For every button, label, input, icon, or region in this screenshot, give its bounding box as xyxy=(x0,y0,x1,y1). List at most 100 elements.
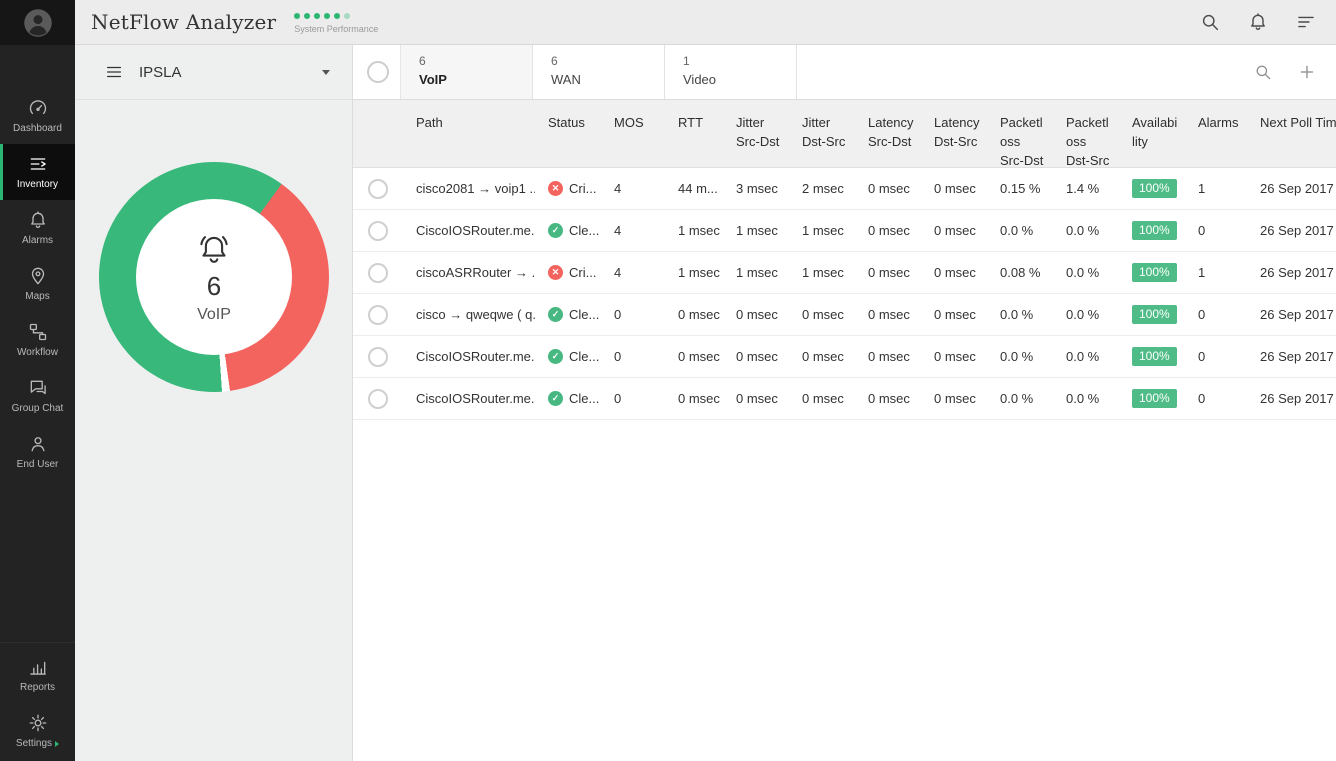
packetloss-src-dst-cell: 0.0 % xyxy=(1000,349,1034,364)
column-header[interactable]: RTT xyxy=(665,100,723,133)
table-row[interactable]: CiscoIOSRouter.me... Cle... 0 0 msec 0 m… xyxy=(353,336,1336,378)
sidebar-item[interactable]: Settings xyxy=(0,703,75,759)
status-cell: Cle... xyxy=(535,223,601,238)
status-label: Cle... xyxy=(569,307,600,322)
ipsla-selector[interactable]: IPSLA xyxy=(75,45,352,100)
path-cell[interactable]: CiscoIOSRouter.me... xyxy=(403,223,535,238)
sidebar-item-icon xyxy=(28,378,48,398)
performance-dot xyxy=(344,12,351,19)
sidebar-item[interactable]: Reports xyxy=(0,647,75,703)
sidebar-item[interactable]: Maps xyxy=(0,256,75,312)
availability-badge: 100% xyxy=(1132,389,1177,408)
table-row[interactable]: ciscoASRRouter → ... Cri... 4 1 msec 1 m… xyxy=(353,252,1336,294)
performance-dot xyxy=(294,12,301,19)
add-icon[interactable] xyxy=(1298,63,1316,81)
row-radio[interactable] xyxy=(368,178,388,199)
select-all-radio[interactable] xyxy=(367,61,389,83)
row-radio[interactable] xyxy=(368,346,388,367)
rtt-cell: 0 msec xyxy=(678,307,720,322)
performance-dot xyxy=(304,12,311,19)
column-header[interactable]: Jitter Dst-Src xyxy=(789,100,855,152)
availability-cell: 100% xyxy=(1119,347,1185,366)
alarms-cell: 0 xyxy=(1198,307,1206,322)
table-row[interactable]: CiscoIOSRouter.me... Cle... 4 1 msec 1 m… xyxy=(353,210,1336,252)
column-header[interactable]: Latency Src-Dst xyxy=(855,100,921,152)
row-radio[interactable] xyxy=(368,388,388,409)
sidebar-item[interactable]: Alarms xyxy=(0,200,75,256)
availability-badge: 100% xyxy=(1132,347,1177,366)
latency-dst-src-cell: 0 msec xyxy=(934,391,976,406)
menu-sliders-icon[interactable] xyxy=(1296,12,1316,32)
sidebar-item-icon xyxy=(28,154,48,174)
path-cell[interactable]: ciscoASRRouter → ... xyxy=(403,265,535,280)
jitter-dst-src-cell: 0 msec xyxy=(802,349,844,364)
status-icon xyxy=(548,265,563,280)
rtt-cell: 44 m... xyxy=(678,181,718,196)
category-tab[interactable]: 6 VoIP xyxy=(401,45,533,99)
rtt-cell: 0 msec xyxy=(678,349,720,364)
path-cell[interactable]: CiscoIOSRouter.me... xyxy=(403,349,535,364)
status-icon xyxy=(548,307,563,322)
row-radio[interactable] xyxy=(368,262,388,283)
table-header: Path Status MOS RTT Jitter Src-Dst Jitte… xyxy=(353,100,1336,168)
table-row[interactable]: cisco → qweqwe ( q... Cle... 0 0 msec 0 … xyxy=(353,294,1336,336)
table-row[interactable]: cisco2081 → voip1 ... Cri... 4 44 m... 3… xyxy=(353,168,1336,210)
category-tab[interactable]: 6 WAN xyxy=(533,45,665,99)
sidebar-nav: Dashboard Inventory Alarms Maps Workflow… xyxy=(0,88,75,480)
jitter-src-dst-cell: 0 msec xyxy=(736,349,778,364)
donut-label: VoIP xyxy=(197,305,231,323)
column-header[interactable]: Status xyxy=(535,100,601,133)
sidebar-item[interactable]: Group Chat xyxy=(0,368,75,424)
search-icon[interactable] xyxy=(1254,63,1272,81)
next-poll-cell: 26 Sep 2017 0... xyxy=(1260,265,1336,280)
packetloss-dst-src-cell: 1.4 % xyxy=(1066,181,1100,196)
row-radio[interactable] xyxy=(368,304,388,325)
availability-cell: 100% xyxy=(1119,305,1185,324)
packetloss-dst-src-cell: 0.0 % xyxy=(1066,307,1100,322)
availability-badge: 100% xyxy=(1132,179,1177,198)
sidebar-item[interactable]: End User xyxy=(0,424,75,480)
notifications-bell-icon[interactable] xyxy=(1248,12,1268,32)
path-cell[interactable]: cisco2081 → voip1 ... xyxy=(403,181,535,196)
sidebar: Dashboard Inventory Alarms Maps Workflow… xyxy=(0,0,75,761)
column-header[interactable]: Latency Dst-Src xyxy=(921,100,987,152)
column-header[interactable]: MOS xyxy=(601,100,665,133)
availability-cell: 100% xyxy=(1119,389,1185,408)
mos-cell: 4 xyxy=(614,181,622,196)
sidebar-item[interactable]: Dashboard xyxy=(0,88,75,144)
system-performance[interactable]: System Performance xyxy=(294,11,378,34)
path-cell[interactable]: CiscoIOSRouter.me... xyxy=(403,391,535,406)
column-header[interactable]: Alarms xyxy=(1185,100,1247,133)
sidebar-item[interactable]: Inventory xyxy=(0,144,75,200)
jitter-dst-src-cell: 2 msec xyxy=(802,181,844,196)
category-tab[interactable]: 1 Video xyxy=(665,45,797,99)
next-poll-cell: 26 Sep 2017 0... xyxy=(1260,223,1336,238)
column-header[interactable]: Packetloss Src-Dst xyxy=(987,100,1053,171)
column-header[interactable]: Jitter Src-Dst xyxy=(723,100,789,152)
left-panel: IPSLA 6 VoIP xyxy=(75,45,353,761)
system-performance-label: System Performance xyxy=(294,23,379,34)
status-cell: Cri... xyxy=(535,265,601,280)
row-radio[interactable] xyxy=(368,220,388,241)
packetloss-src-dst-cell: 0.0 % xyxy=(1000,223,1034,238)
column-header[interactable]: Availability xyxy=(1119,100,1185,152)
sidebar-item[interactable]: Workflow xyxy=(0,312,75,368)
column-header[interactable]: Path xyxy=(403,100,535,133)
donut-chart[interactable]: 6 VoIP xyxy=(99,162,329,392)
search-icon[interactable] xyxy=(1200,12,1220,32)
jitter-src-dst-cell: 0 msec xyxy=(736,391,778,406)
table-row[interactable]: CiscoIOSRouter.me... Cle... 0 0 msec 0 m… xyxy=(353,378,1336,420)
caret-down-icon xyxy=(322,69,330,75)
user-avatar[interactable] xyxy=(0,0,75,45)
column-header[interactable]: Packetloss Dst-Src xyxy=(1053,100,1119,171)
rtt-cell: 1 msec xyxy=(678,265,720,280)
tab-count: 6 xyxy=(551,54,558,68)
column-header[interactable]: Next Poll Time xyxy=(1247,100,1336,133)
jitter-src-dst-cell: 0 msec xyxy=(736,307,778,322)
jitter-dst-src-cell: 1 msec xyxy=(802,265,844,280)
path-cell[interactable]: cisco → qweqwe ( q... xyxy=(403,307,535,322)
sidebar-item-label: Reports xyxy=(19,682,55,693)
alarms-cell: 0 xyxy=(1198,391,1206,406)
user-avatar-icon xyxy=(23,8,53,38)
latency-src-dst-cell: 0 msec xyxy=(868,223,910,238)
